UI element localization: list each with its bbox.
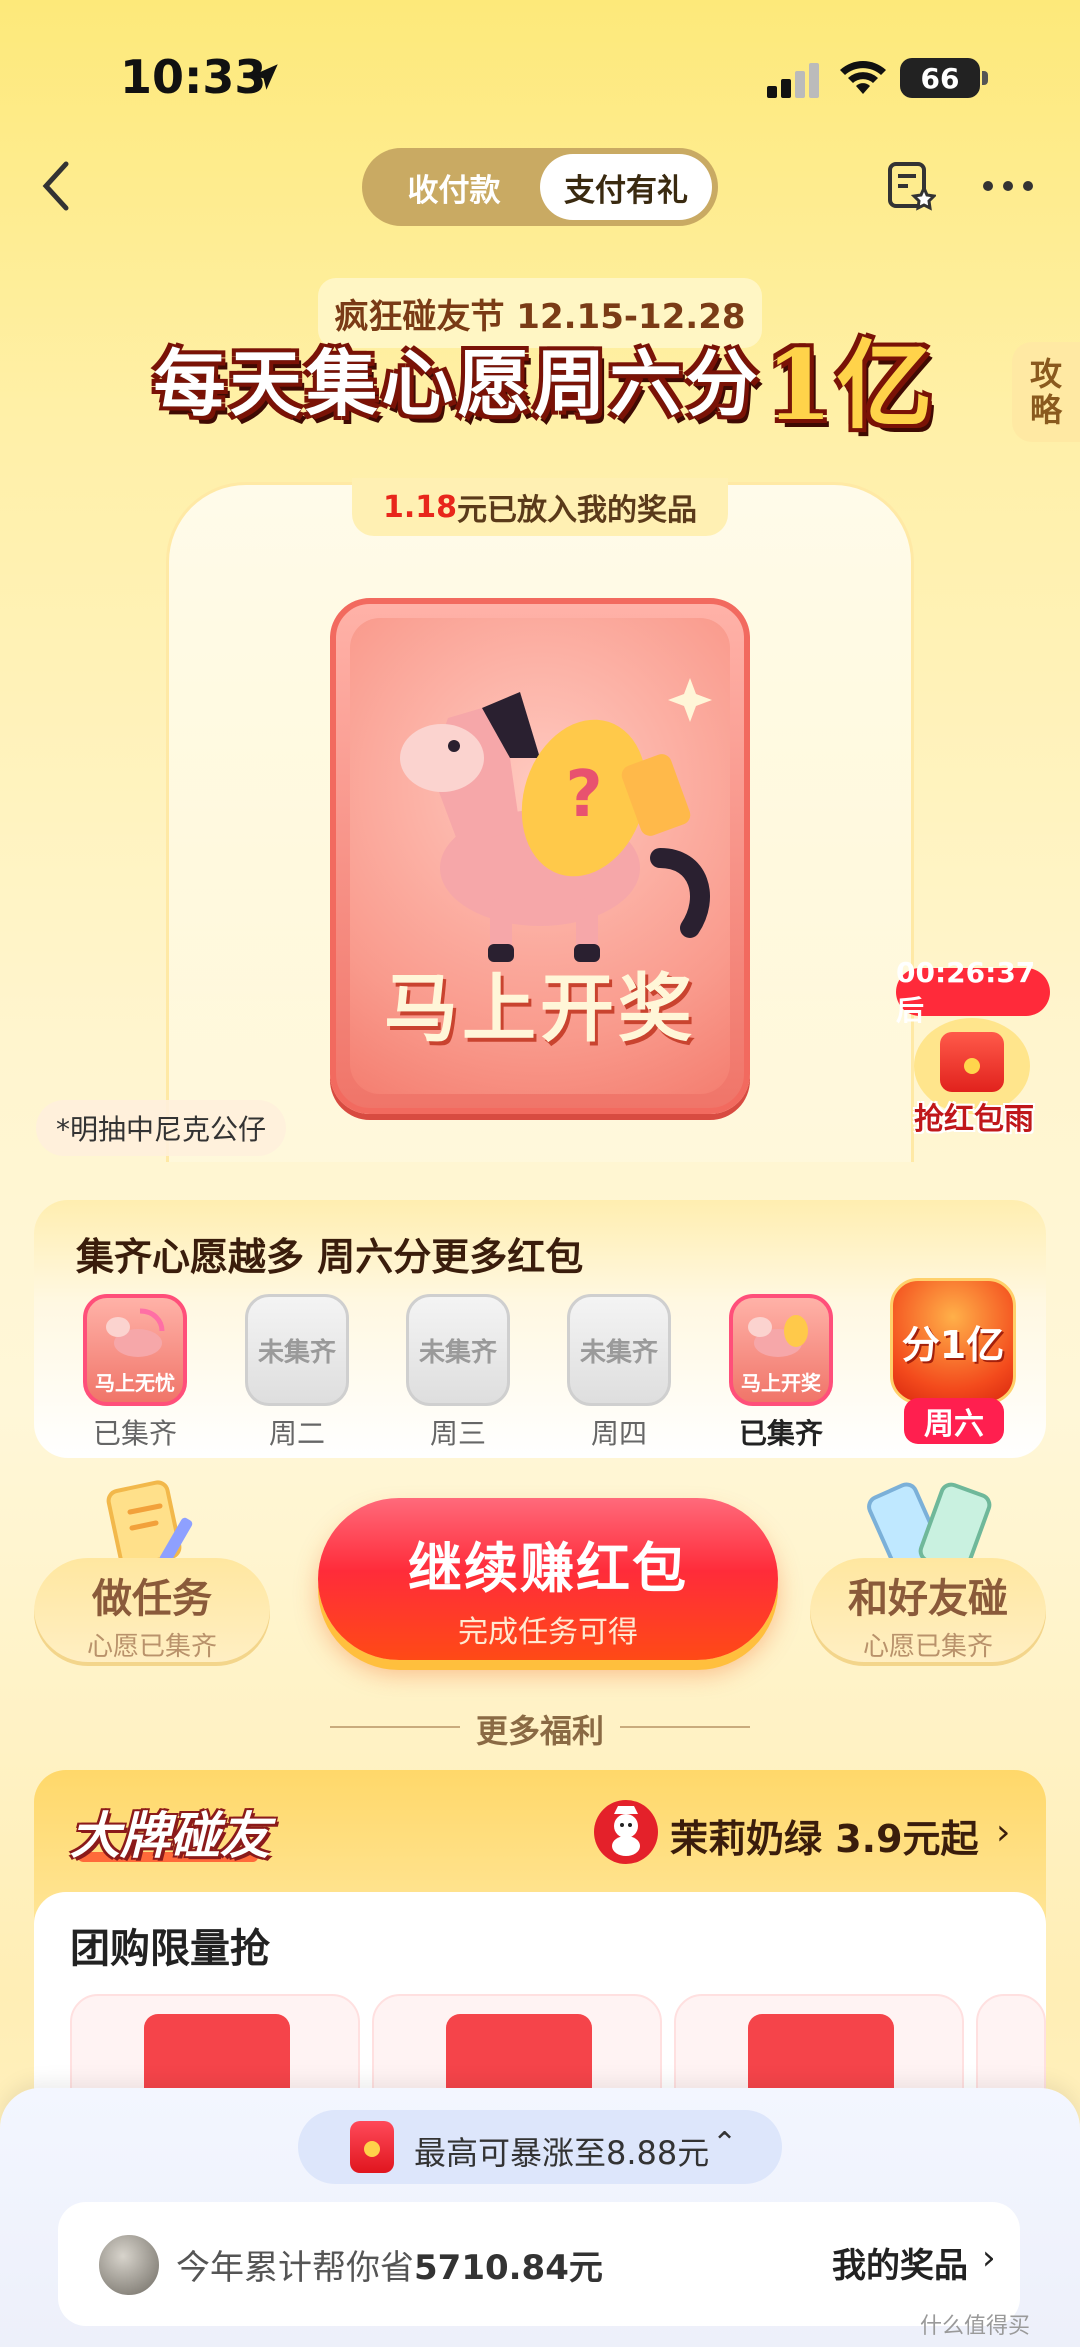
tab-receive-pay[interactable]: 收付款 <box>368 154 540 220</box>
horse-illustration-icon: ? <box>400 678 712 962</box>
headline-big: 1亿 <box>765 328 937 442</box>
day-item-wed[interactable]: 未集齐 周三 <box>403 1294 513 1450</box>
day-item-tue[interactable]: 未集齐 周二 <box>242 1294 352 1450</box>
event-headline: 每天集心愿周六分 1亿 <box>150 322 940 442</box>
headline-text: 每天集心愿周六分 <box>153 340 762 426</box>
location-arrow-icon <box>252 64 278 90</box>
red-packet-rain-label[interactable]: 抢红包雨 <box>904 1094 1044 1138</box>
friend-sub: 心愿已集齐 <box>862 1632 993 1662</box>
boost-pill[interactable]: 最高可暴涨至8.88元 ⌃ <box>298 2110 782 2184</box>
prize-note-text: 元已放入我的奖品 <box>457 493 698 528</box>
strategy-char-1: 攻 <box>1029 355 1062 393</box>
cta-title: 继续赚红包 <box>408 1537 688 1600</box>
day-box-collected: 马上开奖 <box>729 1294 833 1406</box>
task-title: 做任务 <box>92 1576 212 1622</box>
strategy-char-2: 略 <box>1029 391 1062 429</box>
chevron-right-icon: › <box>982 2238 996 2278</box>
collection-title: 集齐心愿越多 周六分更多红包 <box>76 1235 584 1279</box>
lottery-note: *明抽中尼克公仔 <box>36 1100 287 1156</box>
prize-card-inner: ? 马上开奖 <box>350 618 730 1094</box>
saturday-jackpot-box[interactable]: 分1亿 <box>890 1278 1016 1404</box>
boost-text: 最高可暴涨至8.88元 <box>414 2134 710 2172</box>
day-box-empty: 未集齐 <box>567 1294 671 1406</box>
tab-payment-rewards[interactable]: 支付有礼 <box>540 154 712 220</box>
bump-friends-button[interactable]: 和好友碰 心愿已集齐 <box>810 1558 1046 1666</box>
watermark: 什么值得买 <box>920 2314 1031 2339</box>
payment-tab-switch: 收付款 支付有礼 <box>362 148 718 226</box>
snow-king-brand-icon <box>594 1800 658 1864</box>
day-label: 周二 <box>268 1417 325 1450</box>
more-dots-icon[interactable] <box>980 176 1036 196</box>
status-time: 10:33 <box>120 50 267 104</box>
strategy-tab[interactable]: 攻 略 <box>1012 342 1080 442</box>
day-box-text: 马上开奖 <box>741 1371 821 1395</box>
horse-mini-icon <box>106 1308 165 1357</box>
chevron-up-icon: ⌃ <box>712 2126 738 2161</box>
do-tasks-button[interactable]: 做任务 心愿已集齐 <box>34 1558 270 1666</box>
prize-amount: 1.18 <box>382 489 458 525</box>
day-item-fri[interactable]: 马上开奖 已集齐 <box>726 1294 836 1450</box>
horse-mini-icon <box>748 1315 808 1357</box>
day-box-collected: 马上无忧 <box>83 1294 187 1406</box>
saturday-tag: 周六 <box>904 1398 1004 1444</box>
day-item-thu[interactable]: 未集齐 周四 <box>564 1294 674 1450</box>
svg-text:?: ? <box>565 758 602 832</box>
red-envelope-icon <box>350 2121 394 2173</box>
brand-promo-link[interactable]: 茉莉奶绿 3.9元起 <box>670 1808 979 1863</box>
day-label: 已集齐 <box>92 1417 177 1450</box>
more-benefits-heading: 更多福利 <box>475 1712 604 1750</box>
cta-sub: 完成任务可得 <box>458 1615 638 1650</box>
cellular-signal-icon <box>767 63 819 98</box>
savings-amount: 5710.84元 <box>414 2248 603 2288</box>
day-box-empty: 未集齐 <box>406 1294 510 1406</box>
battery-indicator: 66 <box>900 58 988 98</box>
my-prizes-link[interactable]: 我的奖品 <box>832 2238 968 2287</box>
group-buy-title: 团购限量抢 <box>70 1926 270 1972</box>
divider-right <box>620 1726 750 1728</box>
task-sub: 心愿已集齐 <box>86 1632 217 1662</box>
friend-title: 和好友碰 <box>848 1576 1008 1622</box>
prize-added-note: 1.18 元已放入我的奖品 <box>352 478 728 536</box>
day-box-empty: 未集齐 <box>245 1294 349 1406</box>
day-item-mon[interactable]: 马上无忧 已集齐 <box>80 1294 190 1450</box>
wifi-icon <box>840 61 886 94</box>
brand-logo: 大牌碰友 <box>70 1806 270 1865</box>
prize-card-label: 马上开奖 <box>384 966 696 1052</box>
day-label: 已集齐 <box>738 1417 823 1450</box>
day-box-text: 马上无忧 <box>95 1371 175 1395</box>
back-chevron-icon[interactable] <box>38 158 78 214</box>
brand-chevron-icon: › <box>996 1812 1011 1853</box>
day-label: 周三 <box>429 1417 486 1450</box>
earn-red-packet-button[interactable]: 继续赚红包 完成任务可得 <box>318 1498 778 1660</box>
savings-prefix: 今年累计帮你省 <box>176 2248 414 2288</box>
day-label: 周四 <box>590 1417 647 1450</box>
prize-card[interactable]: ? 马上开奖 <box>330 598 750 1114</box>
savings-text: 今年累计帮你省5710.84元 <box>176 2240 603 2289</box>
red-packet-rain-countdown: 00:26:37后 <box>896 956 1050 1027</box>
red-envelope-icon <box>940 1032 1004 1092</box>
card-star-icon[interactable] <box>886 160 936 212</box>
avatar <box>96 2232 162 2298</box>
